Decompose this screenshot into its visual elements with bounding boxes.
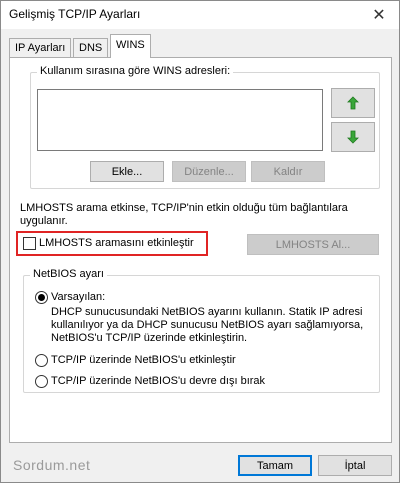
netbios-default-radio[interactable]: [35, 291, 48, 304]
tab-ip-settings[interactable]: IP Ayarları: [9, 38, 72, 57]
tab-dns[interactable]: DNS: [73, 38, 109, 57]
ok-button[interactable]: Tamam: [238, 455, 312, 476]
watermark: Sordum.net: [13, 457, 91, 473]
move-up-button[interactable]: [331, 88, 375, 118]
netbios-default-label[interactable]: Varsayılan:: [51, 291, 105, 303]
lmhosts-checkbox[interactable]: [23, 237, 36, 250]
netbios-legend: NetBIOS ayarı: [30, 268, 107, 280]
wins-address-list[interactable]: [37, 89, 323, 151]
edit-button[interactable]: Düzenle...: [172, 161, 246, 182]
lmhosts-import-button[interactable]: LMHOSTS Al...: [247, 234, 379, 255]
tab-wins[interactable]: WINS: [110, 34, 151, 58]
dialog-window: Gelişmiş TCP/IP Ayarları ✕ IP Ayarları D…: [0, 0, 400, 483]
lmhosts-description: LMHOSTS arama etkinse, TCP/IP'nin etkin …: [20, 202, 348, 227]
close-button[interactable]: ✕: [359, 1, 399, 29]
netbios-enable-label[interactable]: TCP/IP üzerinde NetBIOS'u etkinleştir: [51, 354, 236, 366]
netbios-default-description-line1: DHCP sunucusundaki NetBIOS ayarını kulla…: [51, 306, 363, 318]
arrow-down-green-icon: [347, 130, 359, 144]
tab-label: WINS: [116, 39, 145, 51]
netbios-enable-radio[interactable]: [35, 354, 48, 367]
add-button[interactable]: Ekle...: [90, 161, 164, 182]
netbios-default-description-line2: kullanılıyor ya da DHCP sunucusu NetBIOS…: [51, 319, 364, 331]
lmhosts-import-button-label: LMHOSTS Al...: [275, 238, 351, 251]
remove-button-label: Kaldır: [273, 165, 303, 178]
move-down-button[interactable]: [331, 122, 375, 152]
wins-tab-panel: Kullanım sırasına göre WINS adresleri: E…: [9, 57, 392, 443]
title-bar: Gelişmiş TCP/IP Ayarları ✕: [1, 1, 399, 29]
netbios-default-description-line3: NetBIOS'u TCP/IP üzerinde etkinleştirin.: [51, 332, 248, 344]
cancel-button[interactable]: İptal: [318, 455, 392, 476]
ok-button-label: Tamam: [256, 459, 294, 472]
tab-label: IP Ayarları: [15, 42, 66, 54]
arrow-up-green-icon: [347, 96, 359, 110]
tab-label: DNS: [79, 42, 103, 54]
window-title: Gelişmiş TCP/IP Ayarları: [9, 7, 141, 21]
wins-addresses-label: Kullanım sırasına göre WINS adresleri:: [37, 65, 234, 77]
cancel-button-label: İptal: [344, 459, 366, 472]
add-button-label: Ekle...: [111, 165, 143, 178]
edit-button-label: Düzenle...: [184, 165, 234, 178]
netbios-disable-label[interactable]: TCP/IP üzerinde NetBIOS'u devre dışı bır…: [51, 375, 265, 387]
lmhosts-checkbox-label[interactable]: LMHOSTS aramasını etkinleştir: [39, 237, 194, 249]
netbios-disable-radio[interactable]: [35, 375, 48, 388]
close-icon: ✕: [372, 7, 386, 24]
remove-button[interactable]: Kaldır: [251, 161, 325, 182]
